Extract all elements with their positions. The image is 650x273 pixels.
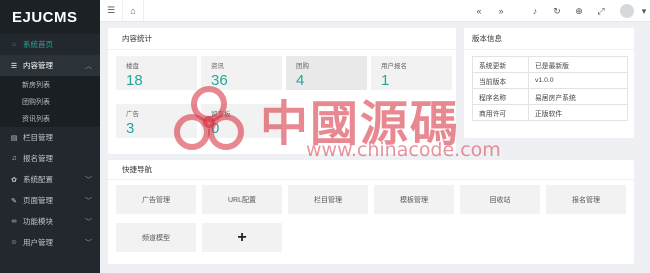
stat-value: 36 — [211, 72, 228, 89]
chevron-down-icon: ﹀ — [85, 239, 92, 247]
stat-value: 18 — [126, 72, 143, 89]
sidebar-subitem-news[interactable]: 资讯列表 — [0, 110, 100, 127]
sidebar-item-modules[interactable]: ∞ 功能模块 ﹀ — [0, 211, 100, 232]
quick-nav-channel-model-button[interactable]: 频道模型 — [116, 223, 196, 252]
stat-label: 用户报名 — [381, 63, 407, 70]
quick-nav-panel: 快捷导航 广告管理 URL配置 栏目管理 模板管理 回收站 报名管理 频道模型 … — [108, 160, 634, 264]
stat-card-houses[interactable]: 楼盘 18 — [116, 56, 197, 90]
info-key: 商用许可 — [472, 104, 529, 121]
quick-nav-recycle-button[interactable]: 回收站 — [460, 185, 540, 214]
info-value: v1.0.0 — [528, 72, 628, 89]
stat-card-messages[interactable]: 留言板 0 — [201, 104, 282, 138]
stat-value: 4 — [296, 72, 305, 89]
panel-title: 快捷导航 — [108, 160, 634, 180]
scroll-left-icon[interactable]: « — [468, 0, 490, 22]
stat-card-ads[interactable]: 广告 3 — [116, 104, 197, 138]
sidebar-item-users[interactable]: ☺ 用户管理 ﹀ — [0, 232, 100, 253]
info-value: 正版软件 — [528, 104, 628, 121]
stat-card-groupbuy[interactable]: 团购 4 — [286, 56, 367, 90]
quick-nav-templates-button[interactable]: 模板管理 — [374, 185, 454, 214]
info-key: 系统更新 — [472, 56, 529, 73]
quick-nav-ads-button[interactable]: 广告管理 — [116, 185, 196, 214]
panel-title: 版本信息 — [464, 28, 634, 50]
sidebar-item-signup[interactable]: ♫ 报名管理 — [0, 148, 100, 169]
sidebar-item-settings[interactable]: ✿ 系统配置 ﹀ — [0, 169, 100, 190]
sidebar-subitem-houses[interactable]: 新房列表 — [0, 76, 100, 93]
chevron-down-icon: ﹀ — [85, 197, 92, 205]
table-row: 当前版本 v1.0.0 — [472, 72, 628, 89]
stat-value: 0 — [211, 120, 220, 137]
sidebar-subitem-groupbuy[interactable]: 团购列表 — [0, 93, 100, 110]
chevron-up-icon: ︿ — [85, 62, 92, 70]
pencil-icon: ✎ — [11, 197, 17, 205]
sidebar-item-label: 功能模块 — [23, 217, 53, 226]
list-icon: ☰ — [10, 62, 18, 70]
sidebar-item-label: 系统配置 — [23, 175, 53, 184]
fullscreen-icon[interactable]: ⤢ — [590, 0, 612, 22]
sidebar-item-home[interactable]: ⌂ 系统首页 — [0, 34, 100, 55]
quick-nav-columns-button[interactable]: 栏目管理 — [288, 185, 368, 214]
stat-label: 资讯 — [211, 63, 224, 70]
panel-title: 内容统计 — [108, 28, 456, 50]
quick-nav-signup-button[interactable]: 报名管理 — [546, 185, 626, 214]
scroll-right-icon[interactable]: » — [490, 0, 512, 22]
info-value: 已是最新版 — [528, 56, 628, 73]
top-bar: ☰ ⌂ « » ♪ ↻ ⊕ ⤢ ▾ — [100, 0, 650, 22]
quick-nav-url-button[interactable]: URL配置 — [202, 185, 282, 214]
columns-icon: ▤ — [10, 134, 18, 142]
user-icon: ☺ — [10, 239, 18, 246]
info-value: 易居房产系统 — [528, 88, 628, 105]
stat-card-signups[interactable]: 用户报名 1 — [371, 56, 452, 90]
chevron-down-icon: ﹀ — [85, 218, 92, 226]
sidebar-item-label: 页面管理 — [23, 196, 53, 205]
sidebar-item-columns[interactable]: ▤ 栏目管理 — [0, 127, 100, 148]
stat-label: 留言板 — [211, 111, 231, 118]
gear-icon: ✿ — [11, 176, 17, 184]
stat-value: 3 — [126, 120, 135, 137]
sidebar-item-content[interactable]: ☰ 内容管理 ︿ — [0, 55, 100, 76]
home-tab-icon[interactable]: ⌂ — [122, 0, 144, 22]
stat-value: 1 — [381, 72, 390, 89]
globe-icon[interactable]: ⊕ — [568, 0, 590, 22]
add-quick-nav-button[interactable]: + — [202, 223, 282, 252]
version-info-table: 系统更新 已是最新版 当前版本 v1.0.0 程序名称 易居房产系统 商用许可 正版软件 — [472, 56, 628, 121]
sidebar-item-label: 系统首页 — [23, 40, 53, 49]
version-info-panel: 版本信息 系统更新 已是最新版 当前版本 v1.0.0 程序名称 易居房产系统 商用许… — [464, 28, 634, 138]
chevron-down-icon[interactable]: ▾ — [638, 0, 650, 22]
refresh-icon[interactable]: ↻ — [546, 0, 568, 22]
info-key: 当前版本 — [472, 72, 529, 89]
sidebar: EJUCMS ⌂ 系统首页 ☰ 内容管理 ︿ 新房列表 团购列表 资讯列表 ▤ … — [0, 0, 100, 273]
stat-label: 团购 — [296, 63, 309, 70]
menu-toggle-icon[interactable]: ☰ — [100, 0, 122, 22]
info-key: 程序名称 — [472, 88, 529, 105]
notification-bell-icon[interactable]: ♪ — [524, 0, 546, 22]
sidebar-item-label: 栏目管理 — [23, 133, 53, 142]
sidebar-item-label: 用户管理 — [23, 238, 53, 247]
avatar[interactable] — [620, 4, 634, 18]
stat-label: 楼盘 — [126, 63, 139, 70]
sidebar-item-pages[interactable]: ✎ 页面管理 ﹀ — [0, 190, 100, 211]
home-icon: ⌂ — [11, 41, 17, 48]
table-row: 程序名称 易居房产系统 — [472, 88, 628, 105]
bell-icon: ♫ — [11, 155, 17, 162]
top-bar-actions: « » ♪ ↻ ⊕ ⤢ ▾ — [468, 0, 650, 22]
chevron-down-icon: ﹀ — [85, 176, 92, 184]
logo[interactable]: EJUCMS — [0, 0, 100, 34]
link-icon: ∞ — [11, 218, 17, 225]
content-stats-panel: 内容统计 楼盘 18 资讯 36 团购 4 用户报名 1 广告 3 留言板 0 — [108, 28, 456, 154]
stat-label: 广告 — [126, 111, 139, 118]
table-row: 商用许可 正版软件 — [472, 104, 628, 121]
sidebar-item-label: 报名管理 — [23, 154, 53, 163]
sidebar-item-label: 内容管理 — [23, 61, 53, 70]
stat-card-news[interactable]: 资讯 36 — [201, 56, 282, 90]
table-row: 系统更新 已是最新版 — [472, 56, 628, 73]
